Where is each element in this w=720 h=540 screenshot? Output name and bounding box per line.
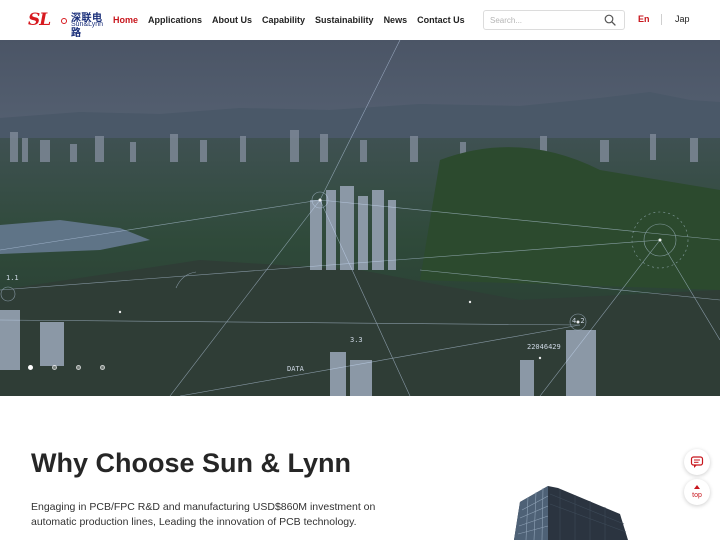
carousel-dot[interactable] — [100, 365, 105, 370]
lang-divider — [661, 14, 662, 25]
carousel-dot[interactable] — [28, 365, 33, 370]
nav-sustainability[interactable]: Sustainability — [315, 14, 374, 26]
nav-contact-us[interactable]: Contact Us — [417, 14, 465, 26]
hero-banner: 22046429 DATA 4.2 1.1 3.3 — [0, 40, 720, 396]
search-input[interactable] — [490, 14, 598, 27]
lang-en-link[interactable]: En — [638, 14, 650, 24]
hero-data-label: 3.3 — [350, 336, 363, 344]
hero-data-label: 4.2 — [572, 317, 585, 325]
search-icon[interactable] — [604, 14, 616, 26]
section-description: Engaging in PCB/FPC R&D and manufacturin… — [31, 501, 376, 528]
hero-data-label: 1.1 — [6, 274, 19, 282]
logo-dot-icon — [61, 18, 67, 24]
main-nav: Home Applications About Us Capability Su… — [113, 14, 475, 26]
search-box — [483, 10, 625, 30]
back-to-top-button[interactable]: top — [684, 479, 710, 505]
site-header: SL 深联电路 Sun&Lynn Home Applications About… — [0, 0, 720, 40]
nav-news[interactable]: News — [384, 14, 408, 26]
logo-mark: SL — [28, 10, 51, 30]
section-title: Why Choose Sun & Lynn — [31, 448, 351, 478]
nav-home[interactable]: Home — [113, 14, 138, 26]
back-to-top-label: top — [692, 492, 702, 499]
chat-button[interactable] — [684, 449, 710, 475]
hero-data-label: DATA — [287, 365, 304, 373]
carousel-dot[interactable] — [76, 365, 81, 370]
chat-icon — [690, 456, 704, 468]
lang-jap-link[interactable]: Jap — [675, 14, 690, 24]
nav-about-us[interactable]: About Us — [212, 14, 252, 26]
building-image — [514, 486, 628, 540]
hero-data-label: 22046429 — [527, 343, 561, 351]
carousel-dots — [28, 365, 124, 370]
carousel-dot[interactable] — [52, 365, 57, 370]
site-logo[interactable]: SL 深联电路 Sun&Lynn — [28, 8, 108, 39]
nav-capability[interactable]: Capability — [262, 14, 305, 26]
nav-applications[interactable]: Applications — [148, 14, 202, 26]
logo-english-name: Sun&Lynn — [71, 21, 104, 28]
arrow-up-icon — [694, 485, 700, 489]
